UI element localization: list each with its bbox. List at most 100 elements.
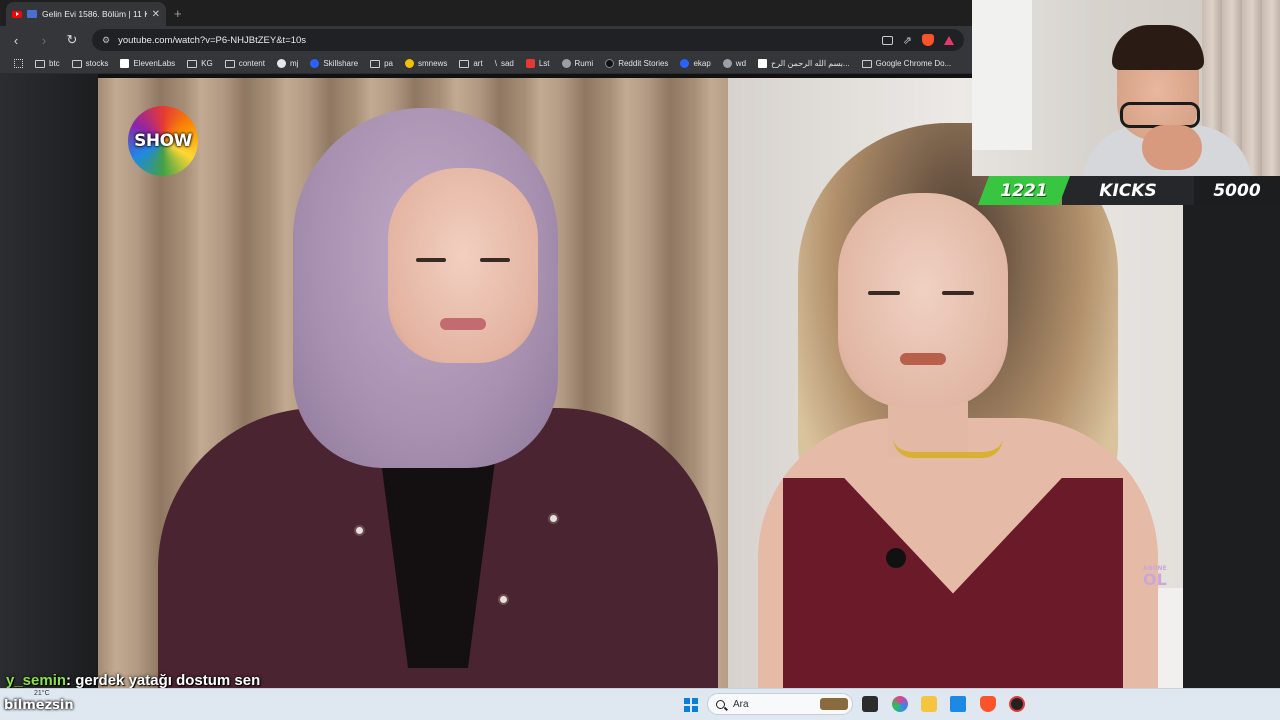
- globe-icon: [561, 59, 571, 68]
- bookmark-pa[interactable]: pa: [364, 59, 399, 68]
- bird-icon: [680, 59, 690, 68]
- streamer-hand: [1142, 125, 1202, 170]
- taskbar-search[interactable]: Ara: [707, 693, 853, 715]
- bookmark-skillshare[interactable]: Skillshare: [304, 59, 364, 68]
- logo-text: SHOW: [134, 131, 192, 151]
- bookmark-art[interactable]: art: [453, 59, 488, 68]
- bookmark-label: wd: [735, 59, 747, 68]
- bookmark-sad[interactable]: \ sad: [489, 59, 520, 68]
- bookmark-smnews[interactable]: smnews: [399, 59, 453, 68]
- bookmark-google-chrome[interactable]: Google Chrome Do...: [856, 59, 958, 68]
- watermark-big: OL: [1143, 570, 1167, 589]
- lips: [440, 318, 486, 330]
- show-tv-logo: SHOW: [128, 106, 198, 176]
- bookmark-label: btc: [49, 59, 60, 68]
- bookmark-mj[interactable]: mj: [271, 59, 304, 68]
- back-icon[interactable]: ‹: [8, 33, 24, 48]
- address-bar[interactable]: ⚙ youtube.com/watch?v=P6-NHJBtZEY&t=10s …: [92, 29, 964, 51]
- bookmark-label: بسم الله الرحمن الرح...: [771, 59, 850, 68]
- doc-icon: [758, 59, 768, 68]
- search-placeholder: Ara: [733, 698, 749, 710]
- bookmark-label: content: [238, 59, 265, 68]
- left-eye: [868, 291, 900, 295]
- tab-group-icon: [27, 10, 37, 18]
- reload-icon[interactable]: ↻: [64, 32, 80, 48]
- bookmark-lst[interactable]: Lst: [520, 59, 556, 68]
- bookmark-elevenlabs[interactable]: ElevenLabs: [114, 59, 181, 68]
- folder-icon: [224, 59, 235, 68]
- youtube-icon: [12, 10, 22, 18]
- webcam-window: [972, 0, 1032, 150]
- bookmark-wd[interactable]: wd: [717, 59, 752, 68]
- bookmark-kg[interactable]: KG: [181, 59, 219, 68]
- apps-button[interactable]: [8, 59, 29, 68]
- brave-rewards-icon[interactable]: [944, 35, 954, 45]
- bookmark-reddit-stories[interactable]: Reddit Stories: [599, 59, 674, 68]
- skillshare-icon: [310, 59, 320, 68]
- browser-tab[interactable]: Gelin Evi 1586. Bölüm | 11 Ka ✕: [6, 2, 166, 26]
- tab-bar: Gelin Evi 1586. Bölüm | 11 Ka ✕ +: [0, 0, 972, 26]
- brave-shields-icon[interactable]: [922, 34, 934, 46]
- bookmark-label: Lst: [538, 59, 550, 68]
- bookmark-btc[interactable]: btc: [29, 59, 66, 68]
- chat-text: : gerdek yatağı dostum sen: [66, 672, 261, 689]
- slash-icon: \: [494, 59, 497, 68]
- right-eye: [942, 291, 974, 295]
- bookmark-label: pa: [384, 59, 394, 68]
- jacket-button: [548, 513, 559, 524]
- folder-icon: [35, 59, 45, 68]
- bookmark-stocks[interactable]: stocks: [66, 59, 115, 68]
- kicks-count: 1221: [978, 176, 1070, 205]
- new-tab-button[interactable]: +: [174, 6, 182, 21]
- s-icon: [525, 59, 535, 68]
- bookmark-label: Google Chrome Do...: [875, 59, 952, 68]
- streamer-hair: [1112, 25, 1204, 70]
- brave-browser-icon[interactable]: [980, 696, 996, 712]
- d-icon: [605, 59, 615, 68]
- weather-widget[interactable]: 21°C bilmezsin: [4, 690, 74, 713]
- tab-close-icon[interactable]: ✕: [152, 9, 160, 20]
- task-view-icon[interactable]: [862, 696, 878, 712]
- copilot-icon[interactable]: [892, 696, 908, 712]
- left-eye: [416, 258, 446, 262]
- person-1-face: [388, 168, 538, 363]
- bookmark-label: sad: [500, 59, 514, 68]
- elevenlabs-icon: [120, 59, 130, 68]
- bookmark-rumi[interactable]: Rumi: [556, 59, 600, 68]
- bookmark-label: ekap: [693, 59, 711, 68]
- right-eye: [480, 258, 510, 262]
- bookmark-ekap[interactable]: ekap: [674, 59, 716, 68]
- search-highlight-icon: [820, 698, 848, 710]
- taskbar: 21°C bilmezsin: [0, 688, 1280, 720]
- cast-icon[interactable]: [881, 35, 893, 45]
- kicks-label: KICKS: [1062, 176, 1194, 205]
- bookmark-arabic[interactable]: بسم الله الرحمن الرح...: [752, 59, 856, 68]
- file-explorer-icon[interactable]: [921, 696, 937, 712]
- forward-icon[interactable]: ›: [36, 33, 52, 48]
- person-2-face: [838, 193, 1008, 408]
- snipping-tool-icon[interactable]: [950, 696, 966, 712]
- folder-icon: [370, 59, 381, 68]
- webcam-overlay: [972, 0, 1280, 176]
- kicks-goal-bar: 1221 KICKS 5000: [978, 176, 1280, 205]
- bookmark-label: mj: [289, 59, 299, 68]
- lapel-mic: [886, 548, 906, 568]
- obs-icon[interactable]: [1009, 696, 1025, 712]
- github-icon: [276, 59, 286, 68]
- tab-title: Gelin Evi 1586. Bölüm | 11 Ka: [42, 9, 147, 19]
- page-right-margin: [1183, 205, 1280, 688]
- smiley-icon: [405, 59, 415, 68]
- person-2-choker: [893, 438, 1003, 458]
- apps-grid-icon: [14, 59, 23, 68]
- folder-icon: [187, 59, 198, 68]
- bookmark-label: Rumi: [574, 59, 594, 68]
- windows-start-icon[interactable]: [684, 698, 698, 712]
- chat-message: y_semin: gerdek yatağı dostum sen: [6, 672, 260, 689]
- weather-overlay-text: bilmezsin: [4, 698, 74, 713]
- site-info-icon[interactable]: ⚙: [102, 35, 110, 46]
- bookmark-label: art: [473, 59, 483, 68]
- share-icon[interactable]: ⇗: [903, 34, 912, 47]
- bookmark-content[interactable]: content: [219, 59, 271, 68]
- lips: [900, 353, 946, 365]
- folder-icon: [861, 59, 872, 68]
